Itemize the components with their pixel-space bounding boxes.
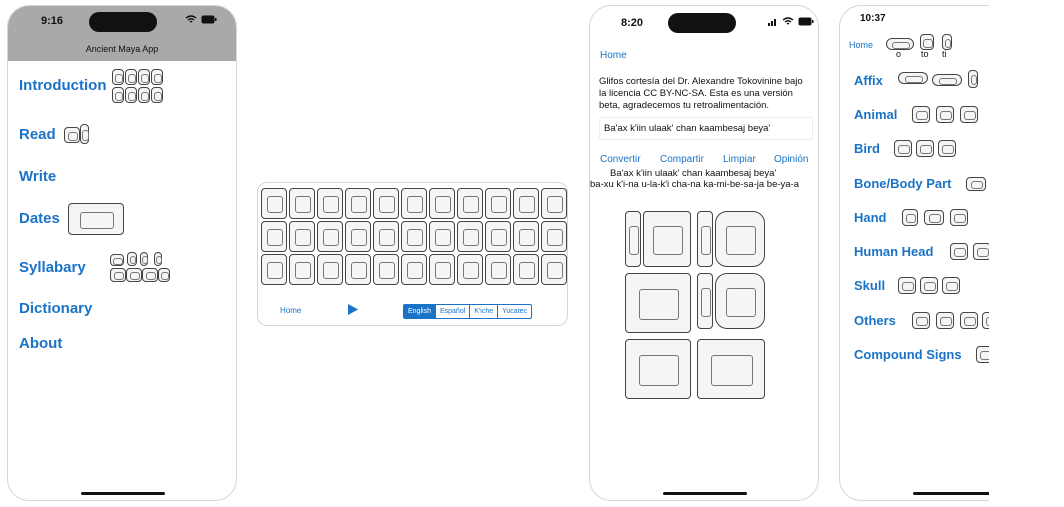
compartir-button[interactable]: Compartir — [660, 154, 704, 165]
category-compound-signs[interactable]: Compound Signs — [854, 347, 962, 362]
phone-screen-dictionary: 10:37 Home o to ti Affix Animal Bird Bon… — [839, 5, 989, 501]
credit-text: Glifos cortesía del Dr. Alexandre Tokovi… — [599, 76, 803, 111]
compound-signs-icon — [976, 346, 989, 363]
app-title: Ancient Maya App — [85, 44, 159, 54]
read-glyph-icon-2 — [80, 124, 89, 144]
bird-icon — [894, 140, 912, 157]
category-bone-body-part[interactable]: Bone/Body Part — [854, 176, 952, 191]
wifi-icon — [185, 15, 197, 23]
lang-yucatec[interactable]: Yucatec — [498, 305, 531, 318]
menu-dates[interactable]: Dates — [19, 210, 60, 227]
signal-icon — [768, 18, 776, 26]
category-animal[interactable]: Animal — [854, 107, 897, 122]
home-link[interactable]: Home — [849, 40, 873, 50]
convertir-button[interactable]: Convertir — [600, 154, 641, 165]
skull-icon — [898, 277, 916, 294]
affix-icon-3 — [968, 70, 978, 88]
others-icon — [912, 312, 930, 329]
hand-icon-2 — [924, 210, 944, 225]
text-input[interactable]: Ba'ax k'iin ulaak' chan kaambesaj beya' — [604, 123, 770, 134]
home-link[interactable]: Home — [600, 50, 627, 61]
introduction-glyph-icon — [112, 69, 164, 103]
lang-english[interactable]: English — [404, 305, 436, 318]
dates-glyph-icon — [68, 203, 124, 235]
status-time: 9:16 — [41, 15, 64, 27]
animal-icon — [912, 106, 930, 123]
affix-label-ti: ti — [942, 49, 947, 59]
home-link[interactable]: Home — [280, 306, 301, 315]
others-icon-4 — [982, 312, 989, 329]
others-icon-2 — [936, 312, 954, 329]
affix-label-to: to — [921, 49, 929, 59]
read-glyph-icon — [64, 127, 80, 143]
bone-icon — [966, 177, 986, 191]
human-head-icon — [950, 243, 968, 260]
phone-screen-write: 8:20 Home Glifos cortesía del Dr. Alexan… — [589, 5, 819, 501]
hand-icon-3 — [950, 209, 968, 226]
home-indicator — [913, 492, 989, 495]
output-text: Ba'ax k'iin ulaak' chan kaambesaj beya' — [610, 168, 777, 179]
wifi-icon — [782, 17, 794, 25]
status-icons — [768, 17, 814, 26]
affix-glyph-ti — [942, 34, 952, 50]
category-affix[interactable]: Affix — [854, 73, 883, 88]
status-icons — [185, 15, 217, 24]
bird-icon-3 — [938, 140, 956, 157]
status-time: 10:37 — [860, 13, 886, 24]
menu-syllabary[interactable]: Syllabary — [19, 259, 86, 276]
category-bird[interactable]: Bird — [854, 141, 880, 156]
affix-label-o: o — [896, 49, 902, 59]
phone-screen-main-menu: 9:16 Ancient Maya App Introduction Read … — [7, 5, 237, 501]
menu-write[interactable]: Write — [19, 168, 56, 185]
category-human-head[interactable]: Human Head — [854, 244, 933, 259]
status-time: 8:20 — [621, 17, 644, 29]
others-icon-3 — [960, 312, 978, 329]
human-head-icon-2 — [973, 243, 989, 260]
skull-icon-3 — [942, 277, 960, 294]
lang-espanol[interactable]: Español — [436, 305, 471, 318]
animal-icon-3 — [960, 106, 978, 123]
dynamic-island — [668, 13, 736, 33]
hand-icon — [902, 209, 918, 226]
category-others[interactable]: Others — [854, 313, 896, 328]
syllables-text: ba-xu k'i-na u-la-k'i cha-na ka-mi-be-sa… — [590, 179, 800, 190]
home-indicator — [663, 492, 747, 495]
limpiar-button[interactable]: Limpiar — [723, 154, 756, 165]
dynamic-island — [89, 12, 157, 32]
glyph-panel-image — [260, 187, 567, 291]
category-hand[interactable]: Hand — [854, 210, 887, 225]
menu-introduction[interactable]: Introduction — [19, 77, 106, 94]
input-box[interactable]: Ba'ax k'iin ulaak' chan kaambesaj beya' — [599, 117, 813, 140]
glyph-output-image — [625, 211, 770, 401]
lang-kiche[interactable]: K'iche — [470, 305, 499, 318]
affix-icon-2 — [932, 74, 962, 86]
language-selector: English Español K'iche Yucatec — [403, 304, 533, 319]
category-skull[interactable]: Skull — [854, 278, 885, 293]
bird-icon-2 — [916, 140, 934, 157]
battery-icon — [201, 15, 217, 24]
menu-read[interactable]: Read — [19, 126, 56, 143]
battery-icon — [798, 17, 814, 26]
affix-glyph-to — [920, 34, 934, 50]
menu-dictionary[interactable]: Dictionary — [19, 300, 92, 317]
home-indicator — [81, 492, 165, 495]
affix-icon — [898, 72, 928, 84]
opinion-button[interactable]: Opinión — [774, 154, 808, 165]
syllabary-glyph-icon — [92, 252, 172, 282]
phone-screen-reader: Home English Español K'iche Yucatec — [257, 182, 568, 326]
skull-icon-2 — [920, 277, 938, 294]
menu-about[interactable]: About — [19, 335, 62, 352]
play-icon[interactable] — [348, 304, 358, 315]
animal-icon-2 — [936, 106, 954, 123]
